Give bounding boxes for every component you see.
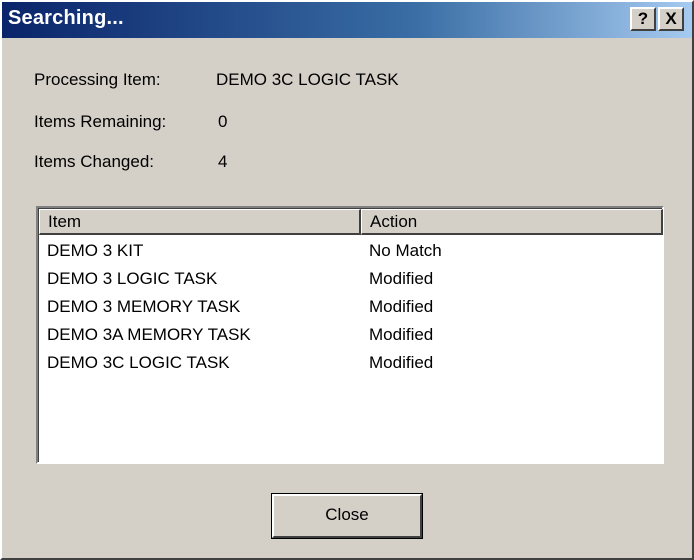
item-name: DEMO 3 MEMORY TASK <box>47 297 241 316</box>
item-action: Modified <box>369 325 434 344</box>
searching-dialog: Searching... ? X Processing Item: DEMO 3… <box>0 0 694 560</box>
item-action: No Match <box>369 241 442 260</box>
title-bar[interactable]: Searching... ? X <box>2 2 692 38</box>
list-rows: DEMO 3 KIT No Match DEMO 3 LOGIC TASK Mo… <box>39 238 663 378</box>
item-name: DEMO 3 LOGIC TASK <box>47 269 218 288</box>
list-item[interactable]: DEMO 3 MEMORY TASK Modified <box>39 294 663 322</box>
items-remaining-value: 0 <box>218 112 228 131</box>
close-button[interactable]: Close <box>272 494 422 538</box>
window-title: Searching... <box>8 7 124 29</box>
close-window-button[interactable]: X <box>658 7 684 31</box>
item-action: Modified <box>369 269 434 288</box>
list-item[interactable]: DEMO 3A MEMORY TASK Modified <box>39 322 663 350</box>
item-name: DEMO 3A MEMORY TASK <box>47 325 251 344</box>
list-item[interactable]: DEMO 3 LOGIC TASK Modified <box>39 266 663 294</box>
list-item[interactable]: DEMO 3C LOGIC TASK Modified <box>39 350 663 378</box>
item-name: DEMO 3 KIT <box>47 241 144 260</box>
item-action: Modified <box>369 353 434 372</box>
processing-item-value: DEMO 3C LOGIC TASK <box>216 70 399 89</box>
column-header-action[interactable]: Action <box>361 209 663 235</box>
items-remaining-label: Items Remaining: <box>34 112 167 131</box>
items-changed-label: Items Changed: <box>34 152 155 171</box>
list-item[interactable]: DEMO 3 KIT No Match <box>39 238 663 266</box>
results-list[interactable]: Item Action DEMO 3 KIT No Match DEMO 3 L… <box>36 206 664 464</box>
help-button[interactable]: ? <box>630 7 656 31</box>
column-header-item[interactable]: Item <box>39 209 361 235</box>
item-name: DEMO 3C LOGIC TASK <box>47 353 230 372</box>
processing-item-label: Processing Item: <box>34 70 161 89</box>
items-changed-value: 4 <box>218 152 228 171</box>
list-header: Item Action <box>39 209 663 235</box>
item-action: Modified <box>369 297 434 316</box>
